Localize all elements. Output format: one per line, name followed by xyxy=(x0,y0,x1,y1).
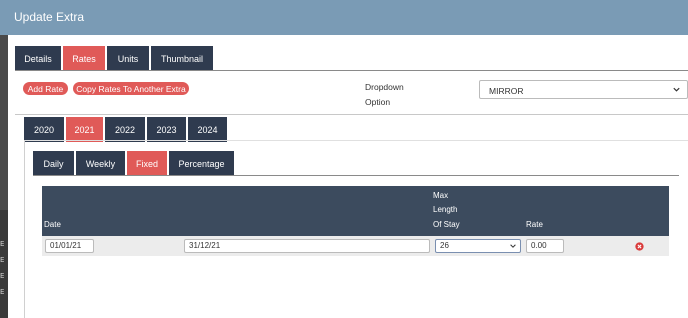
year-tab-label: 2020 xyxy=(33,124,55,135)
year-tab-2020[interactable]: 2020 xyxy=(24,117,64,142)
chevron-down-icon xyxy=(673,87,680,92)
year-tab-2024[interactable]: 2024 xyxy=(188,117,227,142)
rate-tab-daily[interactable]: Daily xyxy=(33,151,74,176)
rate-tabs-divider xyxy=(33,175,679,176)
year-tab-2023[interactable]: 2023 xyxy=(147,117,186,142)
tab-label: Thumbnail xyxy=(160,53,204,64)
tab-label: Details xyxy=(24,53,52,64)
tab-thumbnail[interactable]: Thumbnail xyxy=(151,46,213,71)
dropdown-option-label-line1: Dropdown xyxy=(365,82,404,92)
add-rate-button[interactable]: Add Rate xyxy=(23,82,68,95)
chevron-down-icon xyxy=(510,244,516,248)
rate-tab-label: Fixed xyxy=(135,158,158,169)
modal-header: Update Extra xyxy=(0,0,688,35)
header-max-line2: Length xyxy=(433,205,458,214)
max-length-of-stay-select[interactable]: 26 xyxy=(435,239,521,253)
section-divider xyxy=(15,114,688,115)
add-rate-label: Add Rate xyxy=(27,83,64,94)
tab-units[interactable]: Units xyxy=(107,46,149,71)
header-max-line3: Of Stay xyxy=(433,220,460,229)
year-tab-2022[interactable]: 2022 xyxy=(105,117,145,142)
dropdown-option-select[interactable]: MIRROR xyxy=(479,80,688,99)
year-tab-label: 2024 xyxy=(197,124,218,135)
header-max-line1: Max xyxy=(433,191,449,200)
close-circle-icon[interactable] xyxy=(635,242,644,251)
tab-rates[interactable]: Rates xyxy=(63,46,105,71)
year-tab-label: 2021 xyxy=(74,124,95,135)
tab-label: Units xyxy=(117,53,139,64)
rates-table-header: Date Max Length Of Stay Rate xyxy=(42,186,669,236)
year-tab-2021[interactable]: 2021 xyxy=(66,117,103,142)
modal-title: Update Extra xyxy=(14,10,85,24)
copy-rates-label: Copy Rates To Another Extra xyxy=(76,83,186,94)
tab-details[interactable]: Details xyxy=(15,46,61,71)
max-length-of-stay-value: 26 xyxy=(440,241,449,250)
copy-rates-button[interactable]: Copy Rates To Another Extra xyxy=(73,82,189,95)
header-rate: Rate xyxy=(526,220,543,229)
end-date-input[interactable]: 31/12/21 xyxy=(184,239,430,253)
tab-label: Rates xyxy=(72,53,96,64)
rate-input[interactable]: 0.00 xyxy=(526,239,564,253)
year-tab-label: 2023 xyxy=(156,124,177,135)
tabs-divider xyxy=(15,70,688,71)
rate-tab-label: Weekly xyxy=(85,158,116,169)
rate-tab-fixed[interactable]: Fixed xyxy=(127,151,167,176)
year-tab-label: 2022 xyxy=(114,124,136,135)
header-date: Date xyxy=(44,220,61,229)
dropdown-option-label-line2: Option xyxy=(365,97,391,107)
rate-tab-label: Percentage xyxy=(178,158,225,169)
update-extra-modal: Update Extra Details Rates Units Thumbna… xyxy=(0,0,688,318)
start-date-input[interactable]: 01/01/21 xyxy=(45,239,94,253)
table-row: 01/01/21 31/12/21 26 0.00 xyxy=(42,236,669,256)
rate-tab-label: Daily xyxy=(43,158,64,169)
rate-tab-percentage[interactable]: Percentage xyxy=(169,151,234,176)
dropdown-option-value: MIRROR xyxy=(489,86,524,96)
rate-tab-weekly[interactable]: Weekly xyxy=(76,151,125,176)
